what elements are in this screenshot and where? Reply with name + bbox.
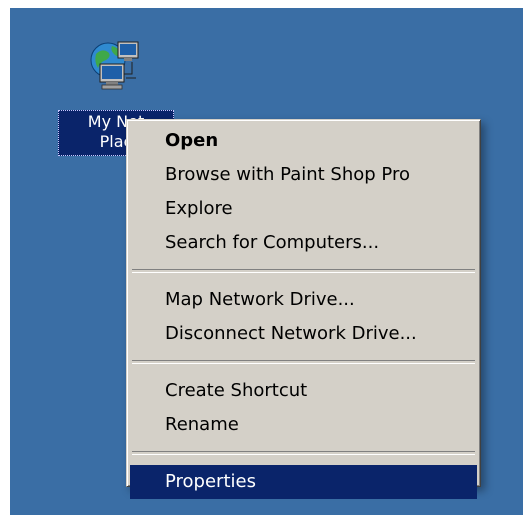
- menu-separator: [132, 269, 475, 273]
- menu-item-disconnect-network-drive[interactable]: Disconnect Network Drive...: [130, 317, 477, 351]
- menu-item-properties[interactable]: Properties: [130, 465, 477, 499]
- menu-item-open[interactable]: Open: [130, 124, 477, 158]
- menu-item-search-for-computers[interactable]: Search for Computers...: [130, 226, 477, 260]
- menu-item-rename[interactable]: Rename: [130, 408, 477, 442]
- menu-item-map-network-drive[interactable]: Map Network Drive...: [130, 283, 477, 317]
- menu-separator: [132, 360, 475, 364]
- network-places-icon: [90, 41, 139, 90]
- menu-item-browse-with-paint-shop-pro[interactable]: Browse with Paint Shop Pro: [130, 158, 477, 192]
- desktop[interactable]: My Net Plac Open Browse with Paint Shop …: [10, 8, 523, 515]
- menu-item-create-shortcut[interactable]: Create Shortcut: [130, 374, 477, 408]
- context-menu: Open Browse with Paint Shop Pro Explore …: [126, 119, 481, 499]
- menu-item-explore[interactable]: Explore: [130, 192, 477, 226]
- menu-separator: [132, 451, 475, 455]
